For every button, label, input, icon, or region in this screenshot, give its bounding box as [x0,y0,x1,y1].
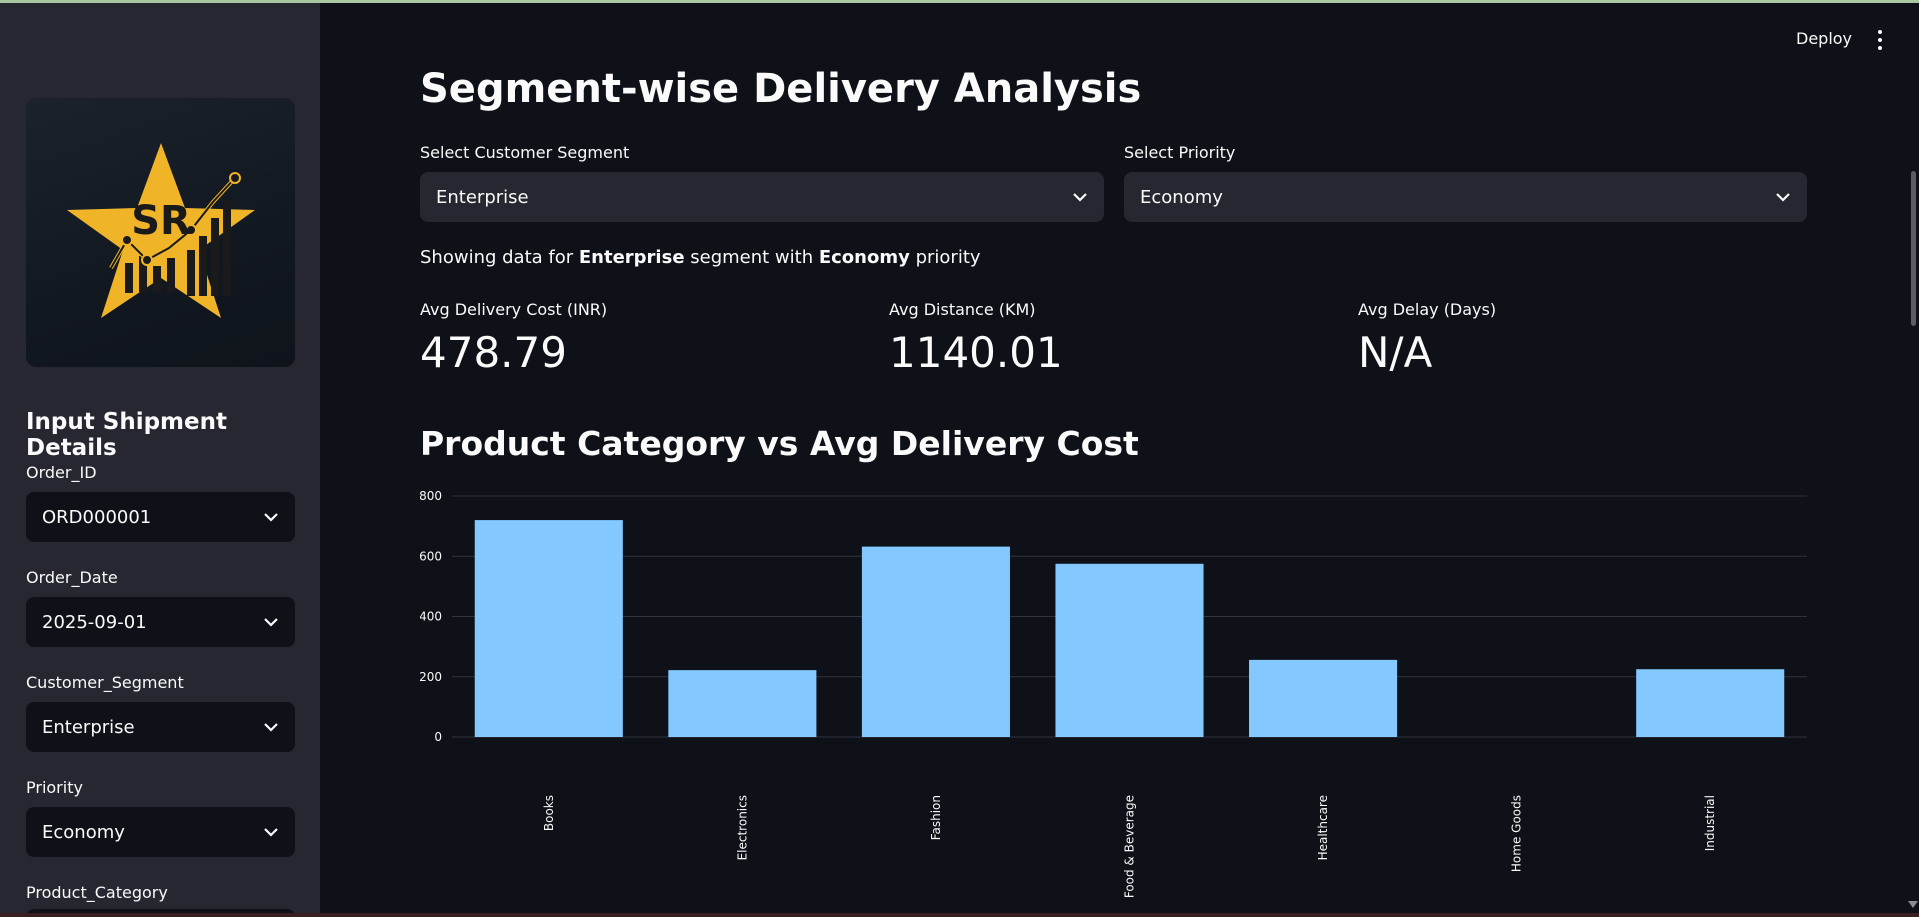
priority-select-value: Economy [1140,186,1223,208]
y-tick-label: 200 [420,670,442,684]
logo: SR [26,98,295,367]
showing-segment: Enterprise [578,247,685,268]
priority-main-select[interactable]: Economy [1124,172,1807,222]
order-id-label: Order_ID [26,463,97,482]
showing-suffix: priority [909,247,981,268]
scrollbar-thumb[interactable] [1911,171,1916,326]
y-tick-label: 600 [420,549,442,563]
order-date-select[interactable]: 2025-09-01 [26,597,295,647]
bar-industrial[interactable] [1636,669,1785,737]
scroll-down-arrow-icon[interactable] [1908,901,1918,908]
x-tick-label: Healthcare [1316,795,1330,860]
bar-chart: 0 200 400 600 800 Books Electronics Fashion Food… [420,489,1807,898]
bar-healthcare[interactable] [1249,659,1398,737]
priority-value: Economy [42,821,125,843]
segment-select-label: Select Customer Segment [420,143,630,162]
showing-middle: segment with [684,247,819,268]
y-tick-label: 800 [420,489,442,503]
chevron-down-icon [1072,189,1088,205]
deploy-button[interactable]: Deploy [1796,29,1852,48]
x-tick-label: Home Goods [1510,795,1524,872]
order-date-value: 2025-09-01 [42,611,147,633]
y-tick-label: 0 [434,730,442,744]
order-id-select[interactable]: ORD000001 [26,492,295,542]
y-tick-label: 400 [420,610,442,624]
product-category-label: Product_Category [26,883,168,902]
x-tick-label: Industrial [1703,795,1717,851]
order-date-label: Order_Date [26,568,118,587]
bottom-edge [0,913,1919,917]
showing-summary: Showing data for Enterprise segment with… [420,247,981,268]
metric-delay-label: Avg Delay (Days) [1358,300,1497,319]
showing-priority: Economy [818,247,910,268]
sidebar-title: Input Shipment Details [26,409,227,461]
priority-select[interactable]: Economy [26,807,295,857]
metric-cost-label: Avg Delivery Cost (INR) [420,300,608,319]
bar-food-beverage[interactable] [1055,563,1204,737]
order-id-value: ORD000001 [42,506,152,528]
bar-books[interactable] [474,520,623,737]
x-tick-label: Electronics [735,795,749,860]
customer-segment-select[interactable]: Enterprise [26,702,295,752]
priority-label: Priority [26,778,83,797]
metric-distance-label: Avg Distance (KM) [889,300,1036,319]
showing-prefix: Showing data for [420,247,579,268]
customer-segment-value: Enterprise [42,716,135,738]
page-title: Segment-wise Delivery Analysis [420,66,1142,112]
x-tick-label: Fashion [929,795,943,840]
metric-delay-value: N/A [1358,328,1433,377]
metric-distance-value: 1140.01 [889,328,1063,377]
x-tick-label: Books [542,795,556,831]
more-menu-icon[interactable] [1874,30,1886,50]
chevron-down-icon [263,509,279,525]
bar-fashion[interactable] [861,546,1010,737]
star-chart-logo-icon: SR [66,142,255,318]
chevron-down-icon [263,614,279,630]
bar-electronics[interactable] [668,670,817,737]
chart-title: Product Category vs Avg Delivery Cost [420,424,1139,463]
chevron-down-icon [263,719,279,735]
priority-select-label: Select Priority [1124,143,1236,162]
segment-select-value: Enterprise [436,186,529,208]
chevron-down-icon [1775,189,1791,205]
logo-text: SR [131,198,191,244]
sidebar: SR Input Shipment Details Order_ID ORD00… [0,3,320,913]
x-tick-label: Food & Beverage [1123,795,1137,898]
chevron-down-icon [263,824,279,840]
customer-segment-label: Customer_Segment [26,673,184,692]
segment-select[interactable]: Enterprise [420,172,1104,222]
metric-cost-value: 478.79 [420,328,567,377]
